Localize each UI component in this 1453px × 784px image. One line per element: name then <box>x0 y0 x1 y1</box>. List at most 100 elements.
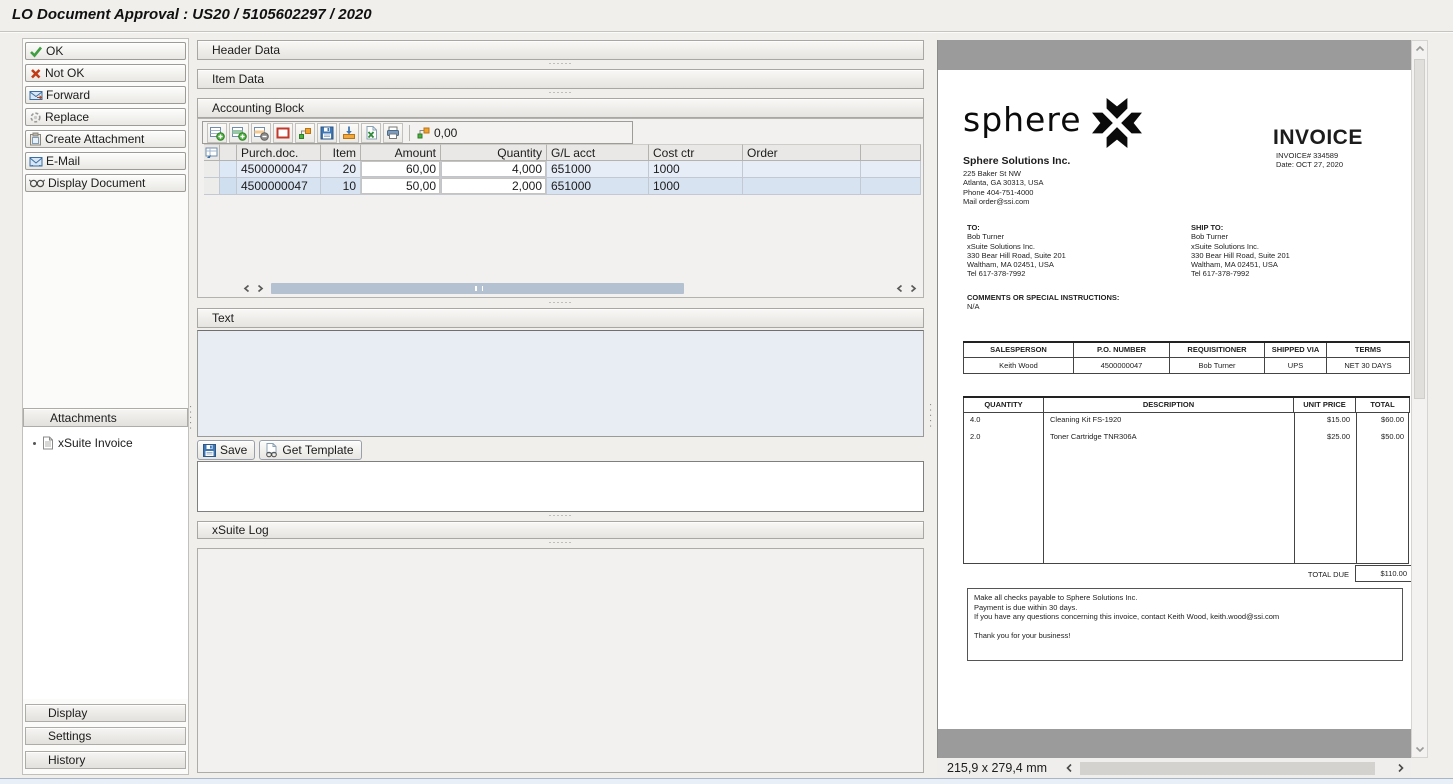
glasses-icon <box>29 178 45 188</box>
viewer-h-thumb[interactable] <box>1080 762 1375 775</box>
cell-item[interactable]: 20 <box>321 161 361 178</box>
scroll-left-button[interactable] <box>240 282 253 295</box>
email-button-label: E-Mail <box>46 154 80 168</box>
sphere-logo-icon <box>1091 97 1143 149</box>
cell-cost-ctr[interactable]: 1000 <box>649 161 743 178</box>
page-size-label: 215,9 x 279,4 mm <box>947 761 1065 775</box>
save-icon <box>202 443 217 458</box>
viewer-v-thumb[interactable] <box>1414 59 1425 399</box>
cell-order[interactable] <box>743 161 861 178</box>
cell-purch-doc[interactable]: 4500000047 <box>237 178 321 195</box>
replace-button[interactable]: Replace <box>25 108 186 126</box>
not-ok-button[interactable]: Not OK <box>25 64 186 82</box>
select-all-button[interactable] <box>204 144 220 161</box>
ok-button[interactable]: OK <box>25 42 186 60</box>
row-select-cell[interactable] <box>220 161 237 178</box>
balance-display: 0,00 <box>416 125 457 140</box>
cell-gl-acct[interactable]: 651000 <box>547 178 649 195</box>
viewer-v-scrollbar[interactable] <box>1411 40 1428 758</box>
cell-quantity-input[interactable]: 4,000 <box>441 161 547 178</box>
comments-header: COMMENTS OR SPECIAL INSTRUCTIONS: <box>967 293 1119 302</box>
section-accounting-block[interactable]: Accounting Block <box>197 98 924 118</box>
append-row-button[interactable] <box>207 123 227 143</box>
excel-export-button[interactable] <box>361 123 381 143</box>
sidebar-splitter[interactable]: ····· <box>189 394 195 422</box>
splitter-handle[interactable]: ······ <box>197 512 924 521</box>
toolbar-separator <box>409 125 410 141</box>
print-button[interactable] <box>383 123 403 143</box>
splitter-handle[interactable]: ······ <box>197 60 924 69</box>
scroll-thumb[interactable] <box>271 283 684 294</box>
column-header-item[interactable]: Item <box>321 144 361 161</box>
save-button[interactable]: Save <box>197 440 255 460</box>
total-due-value: $110.00 <box>1355 565 1411 582</box>
splitter-handle[interactable]: ······ <box>197 539 924 548</box>
text-display-area[interactable] <box>197 330 924 437</box>
text-input[interactable] <box>197 461 924 512</box>
display-document-button[interactable]: Display Document <box>25 174 186 192</box>
panel-display[interactable]: Display <box>25 704 186 722</box>
ship-to-block: SHIP TO: Bob Turner xSuite Solutions Inc… <box>1191 223 1290 279</box>
save-rows-button[interactable] <box>317 123 337 143</box>
create-attachment-button[interactable]: Create Attachment <box>25 130 186 148</box>
scroll-left-button[interactable] <box>893 282 906 295</box>
account-assign-button[interactable] <box>295 123 315 143</box>
column-header-purch-doc[interactable]: Purch.doc. <box>237 144 321 161</box>
document-preview-pane[interactable]: sphere Sphere Solutions Inc. 225 Baker S… <box>937 40 1411 758</box>
save-icon <box>319 125 335 141</box>
row-handle[interactable] <box>204 161 220 178</box>
cell-order[interactable] <box>743 178 861 195</box>
invoice-title: INVOICE <box>1273 126 1363 150</box>
cell-amount-input[interactable]: 50,00 <box>361 178 441 195</box>
column-header-quantity[interactable]: Quantity <box>441 144 547 161</box>
splitter-handle[interactable]: ······ <box>197 89 924 98</box>
accounting-h-scrollbar <box>202 281 919 295</box>
row-handle[interactable] <box>204 178 220 195</box>
scroll-down-icon[interactable] <box>1415 746 1425 753</box>
viewer-h-track[interactable] <box>1080 762 1390 775</box>
column-header-amount[interactable]: Amount <box>361 144 441 161</box>
items-header-unit-price: UNIT PRICE <box>1294 397 1356 412</box>
bill-to-line: Bob Turner <box>967 232 1066 241</box>
section-header-data[interactable]: Header Data <box>197 40 924 60</box>
row-select-cell[interactable] <box>220 178 237 195</box>
get-template-button[interactable]: Get Template <box>259 440 361 460</box>
panel-settings[interactable]: Settings <box>25 727 186 745</box>
section-text[interactable]: Text <box>197 308 924 328</box>
viewer-splitter[interactable]: ····· <box>929 392 935 420</box>
column-header-cost-ctr[interactable]: Cost ctr <box>649 144 743 161</box>
viewer-scroll-left-icon[interactable] <box>1065 763 1074 773</box>
column-header-filler <box>861 144 921 161</box>
panel-history[interactable]: History <box>25 751 186 769</box>
cell-quantity-input[interactable]: 2,000 <box>441 178 547 195</box>
import-button[interactable] <box>339 123 359 143</box>
select-block-button[interactable] <box>273 123 293 143</box>
viewer-scroll-right-icon[interactable] <box>1396 763 1405 773</box>
document-icon <box>42 436 54 450</box>
cell-item[interactable]: 10 <box>321 178 361 195</box>
cell-amount-input[interactable]: 60,00 <box>361 161 441 178</box>
column-header-selection[interactable] <box>220 144 237 161</box>
cell-purch-doc[interactable]: 4500000047 <box>237 161 321 178</box>
items-header-quantity: QUANTITY <box>964 397 1044 412</box>
section-xsuite-log[interactable]: xSuite Log <box>197 521 924 539</box>
column-header-order[interactable]: Order <box>743 144 861 161</box>
title-divider-highlight <box>0 32 1453 33</box>
splitter-handle[interactable]: ······ <box>197 299 924 308</box>
attachments-header[interactable]: Attachments <box>23 408 188 427</box>
cell-gl-acct[interactable]: 651000 <box>547 161 649 178</box>
attachment-item-xsuite-invoice[interactable]: xSuite Invoice <box>23 434 188 452</box>
scroll-track[interactable] <box>271 283 888 294</box>
section-item-data[interactable]: Item Data <box>197 69 924 89</box>
scroll-up-icon[interactable] <box>1415 45 1425 52</box>
x-icon <box>29 67 42 80</box>
scroll-right-button[interactable] <box>253 282 266 295</box>
cell-cost-ctr[interactable]: 1000 <box>649 178 743 195</box>
scroll-right-button[interactable] <box>906 282 919 295</box>
delete-row-button[interactable] <box>251 123 271 143</box>
insert-row-button[interactable] <box>229 123 249 143</box>
info-value-requisitioner: Bob Turner <box>1170 357 1265 373</box>
column-header-gl-acct[interactable]: G/L acct <box>547 144 649 161</box>
email-button[interactable]: E-Mail <box>25 152 186 170</box>
forward-button[interactable]: Forward <box>25 86 186 104</box>
